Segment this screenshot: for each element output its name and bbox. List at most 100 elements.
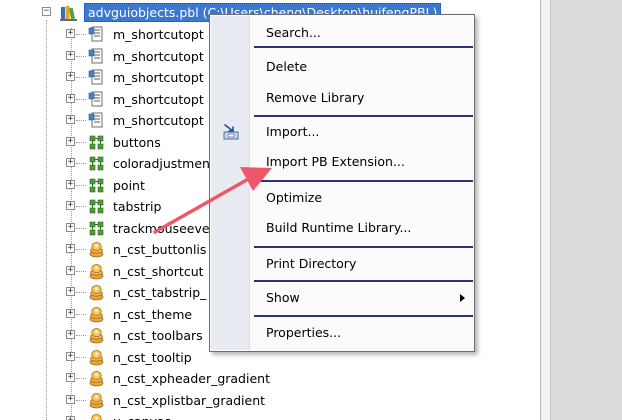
expand-toggle[interactable]: + (66, 115, 75, 124)
menu-object-icon (88, 69, 103, 85)
menu-object-icon (88, 26, 103, 42)
tree-guide-line (76, 313, 86, 315)
menu-item-print-directory[interactable]: Print Directory (211, 252, 473, 276)
expand-toggle[interactable]: + (66, 136, 75, 146)
menu-item-build-runtime-library[interactable]: Build Runtime Library... (211, 216, 473, 240)
menu-separator (254, 280, 473, 282)
menu-item-label: Properties... (266, 325, 342, 340)
tree-item-label: n_cst_buttonlis (113, 242, 207, 257)
tree-item-label: u_canvas (113, 413, 171, 420)
tree-item-label: trackmouseeve (113, 220, 210, 236)
tree-guide-line (76, 34, 86, 35)
context-menu[interactable]: Search... Delete Remove Library Import... Im… (209, 14, 475, 352)
expand-toggle[interactable]: + (66, 29, 75, 38)
tree-guide-line (76, 270, 86, 272)
menu-item-search[interactable]: Search... (211, 21, 473, 45)
collapse-toggle[interactable]: − (42, 7, 51, 16)
menu-item-import[interactable]: Import... (211, 120, 473, 144)
tree-item-label: m_shortcutopt (113, 91, 204, 107)
user-object-icon (89, 263, 104, 279)
tree-item-label: n_cst_xpheader_gradient (113, 371, 270, 386)
tree-item-label: buttons (113, 134, 161, 150)
tree-item-label: n_cst_toolbars (113, 328, 203, 343)
tree-guide-line (76, 120, 86, 121)
structure-object-icon (89, 221, 104, 235)
library-icon (60, 6, 77, 21)
user-object-icon (89, 306, 104, 322)
tree-guide-line (76, 399, 86, 401)
expand-toggle[interactable]: + (66, 72, 75, 81)
structure-object-icon (89, 199, 104, 214)
expand-toggle[interactable]: + (66, 201, 75, 210)
structure-object-icon (89, 178, 104, 192)
tree-item-label: n_cst_xplistbar_gradient (113, 392, 266, 408)
user-object-icon (89, 370, 104, 387)
structure-object-icon (89, 156, 104, 171)
tree-item-label: n_cst_tabstrip_ (113, 285, 207, 300)
tree-item-label: m_shortcutopt (113, 70, 204, 85)
user-object-icon (89, 284, 104, 301)
menu-item-import-pb-extension[interactable]: Import PB Extension... (211, 150, 473, 174)
menu-item-optimize[interactable]: Optimize (211, 186, 473, 210)
menu-item-label: Print Directory (266, 256, 357, 271)
tree-guide-line (76, 335, 86, 336)
menu-item-label: Import PB Extension... (266, 154, 405, 169)
tree-item[interactable]: + u_canvas (0, 411, 540, 420)
expand-toggle[interactable]: + (66, 394, 75, 404)
menu-separator (254, 180, 473, 182)
import-icon (223, 124, 239, 140)
expand-toggle[interactable]: + (66, 222, 75, 232)
user-object-icon (91, 413, 102, 420)
menu-separator (254, 115, 473, 117)
expand-toggle[interactable]: + (66, 308, 75, 318)
expand-toggle[interactable]: + (66, 265, 75, 275)
user-object-icon (89, 392, 104, 408)
menu-item-delete[interactable]: Delete (211, 55, 473, 79)
expand-toggle[interactable]: + (66, 351, 75, 361)
menu-item-remove-library[interactable]: Remove Library (211, 86, 473, 110)
expand-toggle[interactable]: + (66, 287, 75, 296)
tree-item-label: n_cst_shortcut (113, 263, 204, 279)
menu-separator (254, 315, 473, 317)
expand-toggle[interactable]: + (66, 179, 75, 189)
expand-toggle[interactable]: + (66, 93, 75, 103)
side-panel (540, 0, 622, 420)
tree-guide-line (76, 227, 86, 229)
menu-item-label: Show (266, 290, 300, 305)
tree-guide-line (76, 292, 86, 293)
menu-item-properties[interactable]: Properties... (211, 321, 473, 345)
tree-item-label: m_shortcutopt (113, 27, 204, 42)
tree-guide-line (76, 356, 86, 358)
expand-toggle[interactable]: + (66, 50, 75, 60)
user-object-icon (89, 349, 104, 365)
tree-item-label: n_cst_theme (113, 306, 193, 322)
menu-item-label: Remove Library (266, 90, 365, 105)
expand-toggle[interactable]: + (66, 373, 75, 382)
tree-item[interactable]: + n_cst_xplistbar_gradient (0, 390, 540, 411)
menu-item-label: Build Runtime Library... (266, 220, 412, 235)
tree-guide-line (76, 98, 86, 100)
tree-item-label: coloradjustmen (113, 156, 210, 171)
tree-item-label: m_shortcutopt (113, 48, 204, 64)
tree-guide-line (76, 378, 86, 379)
menu-item-label: Import... (266, 124, 320, 139)
menu-item-label: Delete (266, 59, 308, 74)
scrollbar-track[interactable] (541, 0, 551, 420)
menu-separator (254, 246, 473, 248)
tree-guide-line (76, 249, 86, 250)
tree-guide-line (76, 206, 86, 207)
tree-item-label: point (113, 177, 145, 193)
tree-item-label: m_shortcutopt (113, 113, 204, 128)
expand-toggle[interactable]: + (66, 158, 75, 167)
tree-guide-line (76, 77, 86, 78)
expand-toggle[interactable]: + (66, 330, 75, 339)
tree-guide-line (76, 141, 86, 143)
structure-object-icon (89, 135, 104, 149)
menu-object-icon (88, 112, 103, 128)
user-object-icon (89, 241, 104, 258)
tree-item[interactable]: + n_cst_xpheader_gradient (0, 368, 540, 389)
expand-toggle[interactable]: + (66, 244, 75, 253)
tree-guide-line (76, 163, 86, 164)
expand-toggle[interactable]: + (66, 416, 75, 420)
menu-item-show[interactable]: Show (211, 286, 473, 310)
